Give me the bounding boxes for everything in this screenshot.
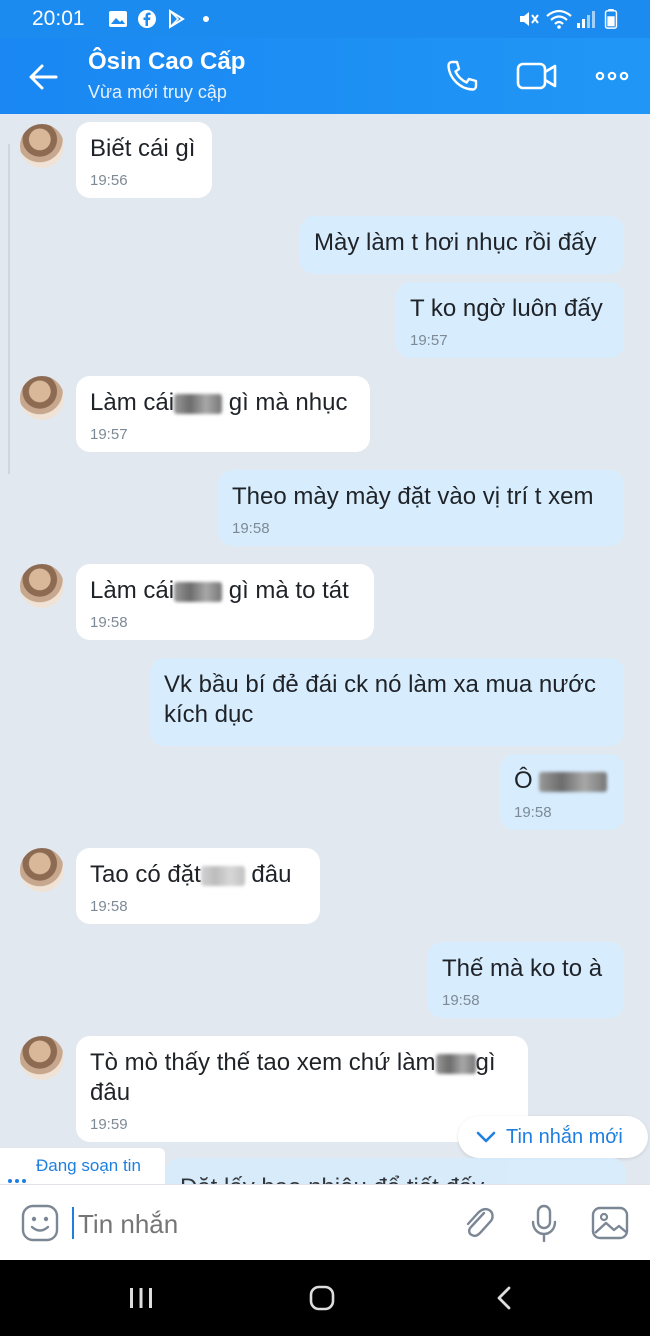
message-text: Thế mà ko to à	[442, 955, 603, 982]
incoming-message[interactable]: Biết cái gì 19:56	[76, 122, 212, 198]
message-text-before: Làm cái	[90, 577, 175, 604]
image-icon[interactable]	[590, 1203, 630, 1243]
message-time: 19:57	[410, 332, 448, 349]
message-text-before: Tò mò thấy thế tao xem chứ làm	[90, 1049, 436, 1076]
recents-icon[interactable]	[128, 1284, 154, 1312]
message-list[interactable]: Biết cái gì 19:56 Mày làm t hơi nhục rồi…	[0, 114, 650, 1184]
status-time: 20:01	[32, 7, 85, 30]
message-text: T ko ngờ luôn đấy	[410, 295, 603, 322]
incoming-message[interactable]: Làm cái gì mà nhục 19:57	[76, 376, 370, 452]
microphone-icon[interactable]	[528, 1203, 560, 1243]
contact-avatar[interactable]	[20, 848, 64, 892]
chevron-down-icon	[476, 1131, 496, 1143]
more-icon[interactable]	[594, 58, 630, 94]
typing-indicator: Đang soạn tin	[0, 1148, 165, 1184]
battery-icon	[604, 9, 618, 29]
incoming-message[interactable]: Làm cái gì mà to tát 19:58	[76, 564, 374, 640]
back-arrow-icon[interactable]	[26, 60, 60, 94]
message-text: Ô	[514, 766, 610, 796]
outgoing-message[interactable]: T ko ngờ luôn đấy 19:57	[396, 282, 624, 358]
message-text-line2: đâu	[90, 1079, 131, 1106]
outgoing-message[interactable]: Vk bầu bí đẻ đái ck nó làm xa mua nước k…	[150, 658, 624, 746]
scroll-edge	[8, 144, 10, 474]
message-text-after: gì mà nhục	[222, 389, 348, 416]
message-input[interactable]	[78, 1209, 378, 1240]
outgoing-message[interactable]: Ô 19:58	[500, 754, 624, 830]
message-time: 19:58	[90, 898, 128, 915]
outgoing-message-partial[interactable]: Đặt lấy bao nhiêu để tiết đấy	[166, 1158, 626, 1184]
status-bar: 20:01	[0, 0, 650, 38]
message-time: 19:56	[90, 172, 128, 189]
typing-label: Đang soạn tin	[36, 1156, 141, 1175]
message-text-before: Làm cái	[90, 389, 175, 416]
attach-icon[interactable]	[460, 1203, 496, 1243]
message-time: 19:58	[514, 804, 552, 821]
censored-word	[435, 1053, 476, 1074]
message-text: Biết cái gì	[90, 135, 196, 162]
message-text-after: gì	[475, 1049, 496, 1076]
message-time: 19:58	[442, 992, 480, 1009]
text-cursor	[72, 1207, 74, 1239]
sticker-icon[interactable]	[20, 1203, 60, 1243]
message-input-bar	[0, 1184, 650, 1260]
censored-word	[174, 581, 223, 602]
message-time: 19:58	[232, 520, 270, 537]
contact-avatar[interactable]	[20, 376, 64, 420]
back-icon[interactable]	[494, 1284, 514, 1312]
contact-avatar[interactable]	[20, 564, 64, 608]
notification-dot	[203, 16, 209, 22]
typing-dots-icon	[8, 1160, 29, 1184]
contact-avatar[interactable]	[20, 1036, 64, 1080]
video-call-icon[interactable]	[516, 58, 558, 94]
message-text: Theo mày mày đặt vào vị trí t xem	[232, 483, 594, 510]
new-message-label: Tin nhắn mới	[506, 1126, 623, 1148]
incoming-message[interactable]: Tao có đặt đâu 19:58	[76, 848, 320, 924]
message-text: Đặt lấy bao nhiêu để tiết đấy	[180, 1174, 484, 1184]
message-text-before: Ô	[514, 767, 533, 794]
signal-icon	[577, 11, 595, 28]
message-text: Làm cái gì mà to tát	[90, 576, 360, 606]
message-text-after: gì mà to tát	[222, 577, 349, 604]
censored-word	[174, 393, 223, 414]
outgoing-message[interactable]: Mày làm t hơi nhục rồi đấy	[300, 216, 624, 274]
wifi-icon	[546, 9, 572, 29]
home-icon[interactable]	[308, 1284, 336, 1312]
message-text-after: đâu	[244, 861, 292, 888]
message-text-before: Tao có đặt	[90, 861, 201, 888]
outgoing-message[interactable]: Thế mà ko to à 19:58	[428, 942, 624, 1018]
mute-icon	[520, 12, 539, 26]
message-time: 19:57	[90, 426, 128, 443]
message-time: 19:58	[90, 614, 128, 631]
contact-status: Vừa mới truy cập	[88, 82, 227, 102]
contact-name[interactable]: Ôsin Cao Cấp	[88, 48, 245, 76]
censored-word	[538, 771, 607, 792]
censored-word	[200, 865, 245, 886]
gallery-icon	[109, 11, 127, 27]
message-text: Làm cái gì mà nhục	[90, 388, 356, 418]
new-message-button[interactable]: Tin nhắn mới	[458, 1116, 648, 1158]
message-text: Vk bầu bí đẻ đái ck nó làm xa mua nước k…	[164, 671, 597, 728]
chat-header: Ôsin Cao Cấp Vừa mới truy cập	[0, 38, 650, 114]
message-text: Mày làm t hơi nhục rồi đấy	[314, 229, 597, 256]
play-store-icon	[169, 9, 185, 29]
message-time: 19:59	[90, 1116, 128, 1133]
contact-avatar[interactable]	[20, 124, 64, 168]
message-text: Tao có đặt đâu	[90, 860, 306, 890]
system-nav-bar	[0, 1260, 650, 1336]
facebook-icon	[138, 10, 156, 28]
phone-icon[interactable]	[444, 58, 480, 94]
message-text: Tò mò thấy thế tao xem chứ làm gì đâu	[90, 1048, 514, 1108]
outgoing-message[interactable]: Theo mày mày đặt vào vị trí t xem 19:58	[218, 470, 624, 546]
